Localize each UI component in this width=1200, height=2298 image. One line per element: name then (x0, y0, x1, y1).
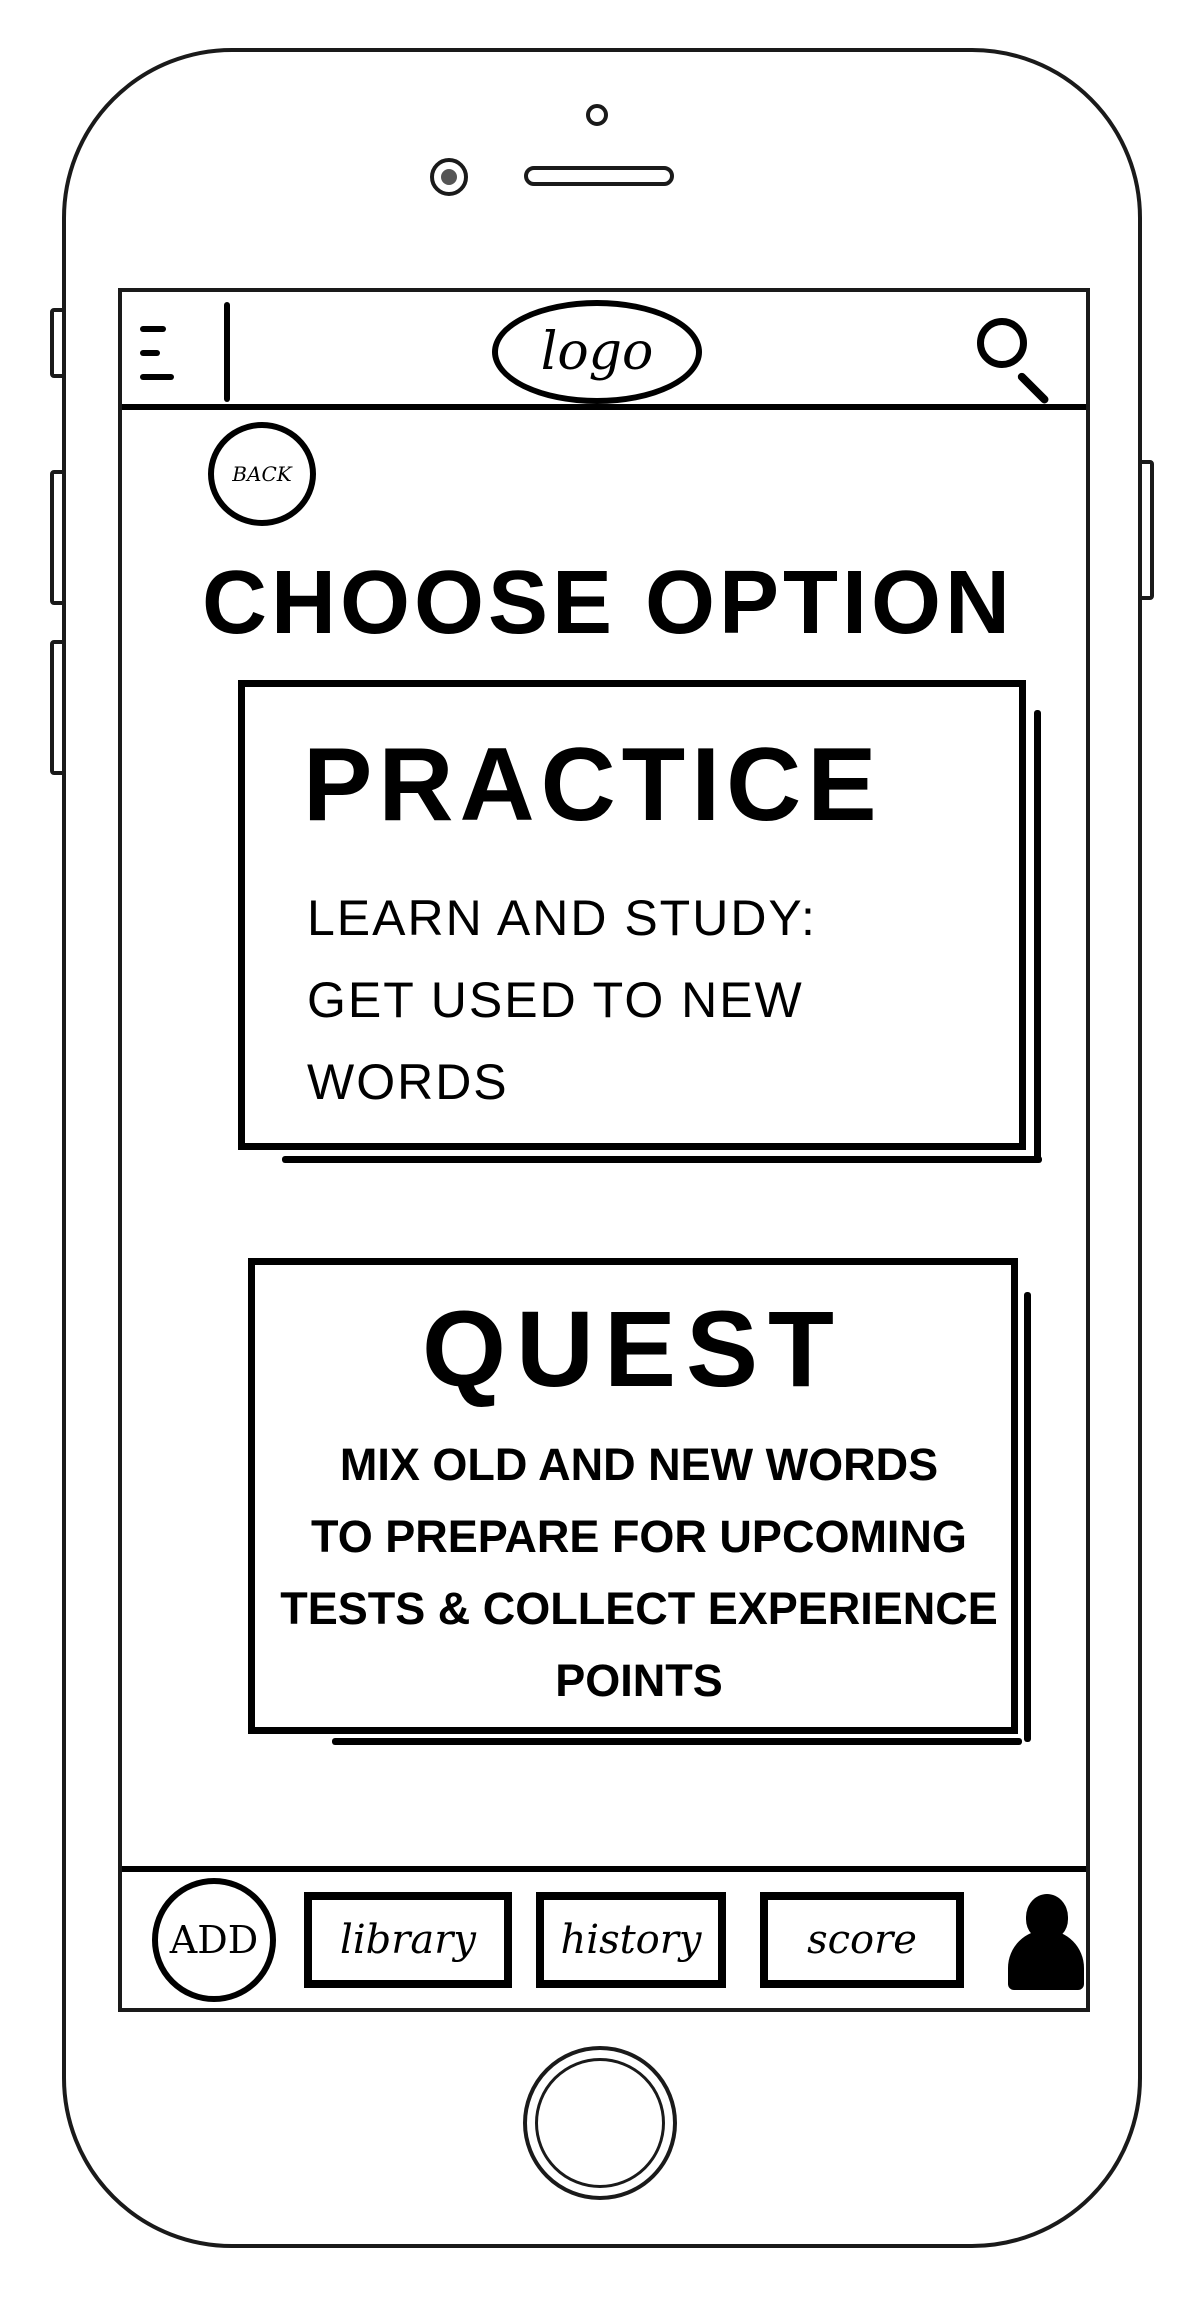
proximity-sensor (586, 104, 608, 126)
volume-down-button (50, 640, 66, 775)
tab-history[interactable]: history (536, 1892, 726, 1988)
practice-description-line: LEARN AND STUDY: (307, 890, 817, 946)
mute-switch (50, 308, 66, 378)
tab-history-label: history (560, 1917, 702, 1963)
quest-description-line: POINTS (555, 1655, 723, 1706)
card-shadow (282, 1156, 1042, 1163)
tab-score[interactable]: score (760, 1892, 964, 1988)
quest-description-line: TO PREPARE FOR UPCOMING (311, 1511, 967, 1562)
card-shadow (1024, 1292, 1031, 1742)
back-button-label: BACK (232, 462, 292, 486)
practice-description-line: GET USED TO NEW WORDS (307, 972, 804, 1110)
tab-score-label: score (807, 1917, 917, 1963)
bottom-nav-bar: ADD library history score (122, 1866, 1086, 2008)
quest-description: MIX OLD AND NEW WORDS TO PREPARE FOR UPC… (269, 1429, 1009, 1717)
practice-option-card[interactable]: PRACTICE LEARN AND STUDY: GET USED TO NE… (238, 680, 1026, 1150)
page-title: CHOOSE OPTION (201, 553, 1015, 653)
app-screen: logo BACK CHOOSE OPTION PRACTICE LEARN A… (118, 288, 1090, 2012)
earpiece-speaker (524, 166, 674, 186)
hamburger-menu-icon[interactable] (140, 322, 200, 392)
tab-library[interactable]: library (304, 1892, 512, 1988)
tab-library-label: library (340, 1917, 476, 1963)
add-button[interactable]: ADD (152, 1878, 276, 2002)
back-button[interactable]: BACK (208, 422, 316, 526)
header-divider (224, 302, 230, 402)
practice-description: LEARN AND STUDY: GET USED TO NEW WORDS (307, 877, 997, 1123)
user-profile-icon[interactable] (1004, 1894, 1086, 1990)
card-shadow (1034, 710, 1041, 1160)
search-icon[interactable] (977, 318, 1057, 406)
front-camera (430, 158, 468, 196)
app-header: logo (122, 292, 1086, 410)
app-logo: logo (492, 300, 702, 404)
logo-text: logo (540, 322, 654, 382)
quest-title: QUEST (421, 1288, 845, 1409)
practice-title: PRACTICE (303, 727, 883, 843)
quest-description-line: TESTS & COLLECT EXPERIENCE (280, 1583, 998, 1634)
power-button (1138, 460, 1154, 600)
card-shadow (332, 1738, 1022, 1745)
home-button[interactable] (523, 2046, 677, 2200)
volume-up-button (50, 470, 66, 605)
quest-option-card[interactable]: QUEST MIX OLD AND NEW WORDS TO PREPARE F… (248, 1258, 1018, 1734)
add-button-label: ADD (169, 1918, 259, 1962)
quest-description-line: MIX OLD AND NEW WORDS (339, 1439, 939, 1490)
